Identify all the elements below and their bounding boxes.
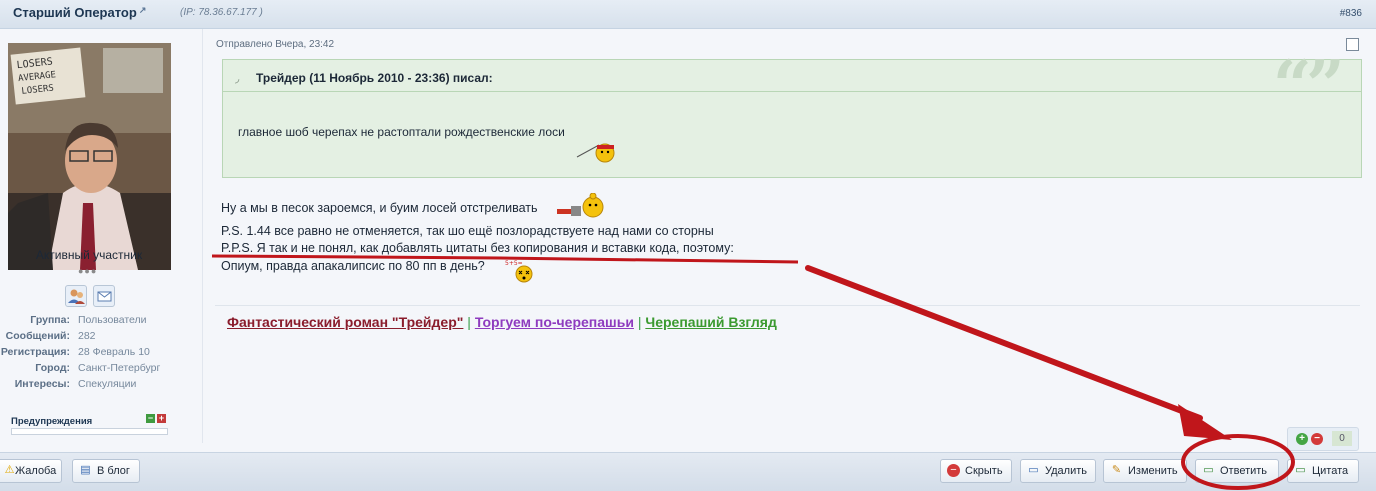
stat-label-posts: Сообщений: [5,330,70,342]
post-actions-bar: ⚠ Жалоба ▤ В блог − Скрыть ▭ Удалить ✎ И… [0,452,1376,491]
warnings-label: Предупреждения [11,416,93,427]
quote-button[interactable]: ▭ Цитата [1287,459,1359,483]
pencil-icon: ✎ [1111,464,1122,476]
avatar: LOSERS AVERAGE LOSERS [8,43,171,270]
warnings-bar [11,428,168,435]
smiley-dizzy-icon: 5+5= [505,260,533,283]
warning-increase-icon[interactable]: + [157,414,166,423]
reputation-widget: + − 0 [1287,427,1359,451]
envelope-icon [97,291,112,302]
post-line-1: Ну а мы в песок зароемся, и буим лосей о… [221,200,734,218]
annotation-arrowhead [1178,404,1232,440]
blog-button[interactable]: ▤ В блог [72,459,140,483]
edit-label: Изменить [1128,465,1178,477]
stat-value-posts: 282 [78,330,96,342]
hide-label: Скрыть [965,465,1003,477]
reply-button[interactable]: ▭ Ответить [1195,459,1279,483]
post-line-4: Опиум, правда апакалипсис по 80 пп в ден… [221,258,485,273]
signature-link-turtle-trading[interactable]: Торгуем по-черепашьи [475,314,634,330]
stat-label-registration: Регистрация: [0,346,70,358]
post-date: Отправлено Вчера, 23:42 [216,39,335,50]
quote-marks-icon: “” [1272,46,1345,126]
delete-label: Удалить [1045,465,1087,477]
stat-label-interests: Интересы: [14,378,70,390]
stat-value-city: Санкт-Петербург [78,362,161,374]
user-profile-panel: LOSERS AVERAGE LOSERS Активный участник … [0,29,203,443]
avatar-image: LOSERS AVERAGE LOSERS [8,43,171,270]
select-post-checkbox[interactable] [1346,38,1359,51]
rank-pips: ●●● [78,266,98,276]
report-label: Жалоба [15,465,57,477]
book-icon: ▤ [80,464,91,476]
signature-link-novel[interactable]: Фантастический роман "Трейдер" [227,314,463,330]
quote-block: ◞ Трейдер (11 Ноябрь 2010 - 23:36) писал… [222,46,1362,178]
delete-icon: ▭ [1028,464,1039,476]
author-name[interactable]: Старший Оператор ↗ [13,5,146,20]
users-icon [68,289,85,304]
annotation-arrow-line [805,265,1203,421]
post-line-1-text: Ну а мы в песок зароемся, и буим лосей о… [221,201,538,215]
smiley-gun-icon [557,193,604,218]
quote-text: главное шоб черепах не растоптали рождес… [238,125,565,139]
warning-decrease-icon[interactable]: − [146,414,155,423]
edit-button[interactable]: ✎ Изменить [1103,459,1187,483]
hide-button[interactable]: − Скрыть [940,459,1012,483]
stat-label-group: Группа: [30,314,70,326]
user-rank: Активный участник [35,248,143,262]
quote-label: Цитата [1312,465,1349,477]
post-header: Старший Оператор ↗ (IP: 78.36.67.177 ) #8… [0,0,1376,29]
quote-icon: ▭ [1295,464,1306,476]
add-friend-button[interactable] [65,285,87,307]
svg-text:5+5=: 5+5= [505,260,523,267]
signature: Фантастический роман "Трейдер" | Торгуем… [227,314,777,330]
reply-icon: ▭ [1203,464,1214,476]
signature-separator [215,305,1360,306]
post-line-2: P.S. 1.44 все равно не отменяется, так ш… [221,223,714,238]
stat-label-city: Город: [35,362,70,374]
quote-title: Трейдер (11 Ноябрь 2010 - 23:36) писал: [256,71,493,85]
quote-arrow-icon: ◞ [235,73,240,85]
stat-value-interests: Спекуляции [78,378,137,390]
smiley-stick-icon [576,143,615,163]
author-name-text[interactable]: Старший Оператор [13,5,137,20]
stat-value-group: Пользователи [78,314,147,326]
rep-minus-icon[interactable]: − [1311,433,1323,445]
hide-icon: − [947,464,960,477]
post-number-link[interactable]: #836 [1340,8,1362,19]
reply-label: Ответить [1220,465,1268,477]
blog-label: В блог [97,465,130,477]
post-line-3: P.P.S. Я так и не понял, как добавлять ц… [221,241,734,255]
signature-separator-2: | [637,314,642,330]
signature-link-turtle-view[interactable]: Черепаший Взгляд [645,314,776,330]
external-link-icon[interactable]: ↗ [139,5,147,15]
delete-button[interactable]: ▭ Удалить [1020,459,1096,483]
report-button[interactable]: ⚠ Жалоба [0,459,62,483]
stat-value-registration: 28 Февраль 10 [78,346,150,358]
quote-header: ◞ Трейдер (11 Ноябрь 2010 - 23:36) писал… [223,60,1361,92]
rep-plus-icon[interactable]: + [1296,433,1308,445]
signature-separator-1: | [467,314,471,330]
send-message-button[interactable] [93,285,115,307]
ip-address: (IP: 78.36.67.177 ) [180,7,263,18]
post-body: Ну а мы в песок зароемся, и буим лосей о… [221,200,734,275]
reputation-count: 0 [1332,431,1352,446]
